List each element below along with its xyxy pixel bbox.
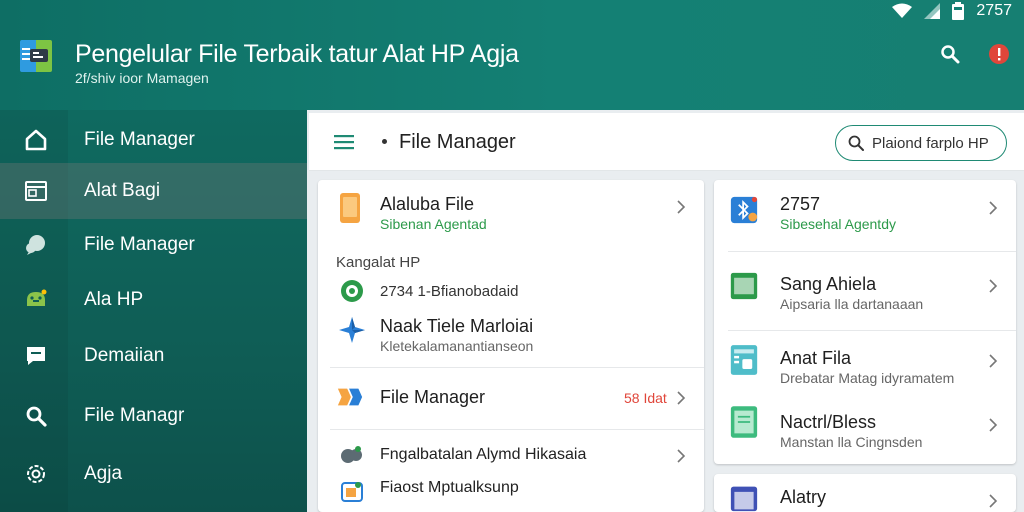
window-icon — [22, 177, 50, 205]
item-subtitle: Aipsaria lla dartanaaan — [780, 296, 924, 312]
sidebar-item-demaiian[interactable]: Demaiian — [0, 328, 307, 384]
search-pill-label: Plaiond farplo HP — [872, 134, 989, 152]
list-item-2757[interactable]: 2757 Sibesehal Agentdy — [714, 180, 1016, 250]
divider — [728, 330, 1016, 331]
list-item-file-manager[interactable]: File Manager 58 Idat — [318, 370, 704, 426]
item-title: 2734 1-Bfianobadaid — [380, 283, 519, 300]
star-burst-icon — [338, 316, 366, 344]
signal-icon — [924, 3, 941, 19]
item-subtitle: Manstan lla Cingnsden — [780, 434, 923, 450]
chevron-right-icon — [989, 279, 998, 293]
search-button[interactable] — [936, 40, 964, 68]
search-pill-button[interactable]: Plaiond farplo HP — [835, 125, 1007, 161]
item-subtitle: Drebatar Matag idyramatem — [780, 370, 955, 386]
sidebar: File Manager Alat Bagi File Manager Ala … — [0, 110, 307, 512]
chevron-right-icon — [989, 418, 998, 432]
gallery-icon — [338, 477, 366, 505]
divider — [330, 429, 704, 430]
list-item-sang-ahiela[interactable]: Sang Ahiela Aipsaria lla dartanaaan — [714, 258, 1016, 328]
sidebar-item-alat-bagi[interactable]: Alat Bagi — [0, 163, 307, 219]
sidebar-item-label: Ala HP — [84, 289, 144, 310]
chevron-right-icon — [677, 391, 686, 405]
sidebar-item-label: Alat Bagi — [84, 180, 161, 201]
cloud-icon — [338, 441, 366, 469]
list-item-fiaost[interactable]: Fiaost Mptualksunp — [318, 474, 704, 508]
list-item-anat-fila[interactable]: Anat Fila Drebatar Matag idyramatem — [714, 340, 1016, 400]
item-subtitle: Sibenan Agentad — [380, 216, 487, 232]
wifi-icon — [892, 3, 913, 18]
bluetooth-app-icon — [730, 196, 758, 224]
sidebar-item-agja[interactable]: Agja — [0, 446, 307, 502]
search-icon — [941, 45, 960, 64]
sidebar-item-label: File Manager — [84, 129, 195, 150]
sidebar-item-label: Agja — [84, 463, 123, 484]
item-title: Alatry — [780, 487, 827, 507]
list-item-fngalbatalan[interactable]: Fngalbatalan Alymd Hikasaia — [318, 438, 704, 472]
menu-icon[interactable] — [333, 131, 355, 153]
item-subtitle: Sibesehal Agentdy — [780, 216, 896, 232]
document-green-icon — [730, 272, 758, 300]
app-bar: 2757 Pengelular File Terbaik tatur Alat … — [0, 0, 1024, 110]
chat-icon — [22, 231, 50, 259]
message-icon — [22, 342, 50, 370]
chevron-right-icon — [677, 449, 686, 463]
item-title: Alaluba File — [380, 194, 475, 214]
status-bar: 2757 — [892, 0, 1012, 22]
item-title: Naak Tiele Marloiai — [380, 316, 534, 336]
search-icon — [22, 402, 50, 430]
main-header: File Manager Plaiond farplo HP — [309, 113, 1024, 171]
home-icon — [22, 126, 50, 154]
chart-file-icon — [730, 345, 758, 375]
item-title: 2757 — [780, 194, 821, 214]
count-badge: 58 Idat — [624, 390, 667, 406]
app-subtitle: 2f/shiv ioor Mamagen — [75, 70, 209, 86]
item-title: File Manager — [380, 387, 486, 407]
list-item-naak-tiele[interactable]: Naak Tiele Marloiai Kletekalamanantianse… — [318, 310, 704, 362]
alert-icon — [989, 44, 1009, 64]
item-title: Fngalbatalan Alymd Hikasaia — [380, 446, 587, 463]
page-title: File Manager — [399, 131, 516, 153]
sidebar-item-file-managr[interactable]: File Managr — [0, 388, 307, 444]
app-title: Pengelular File Terbaik tatur Alat HP Ag… — [75, 40, 519, 68]
list-item-alaluba-file[interactable]: Alaluba File Sibenan Agentad — [318, 180, 704, 246]
phone-icon — [336, 193, 364, 223]
android-icon — [22, 286, 50, 314]
divider — [728, 251, 1016, 252]
sidebar-item-file-manager-2[interactable]: File Manager — [0, 217, 307, 273]
folder-arrow-icon — [336, 383, 364, 411]
item-title: Fiaost Mptualksunp — [380, 479, 519, 496]
app-logo-icon — [20, 40, 52, 72]
refresh-circle-icon — [338, 277, 366, 305]
battery-icon — [952, 2, 965, 20]
sidebar-item-ala-hp[interactable]: Ala HP — [0, 272, 307, 328]
search-icon — [848, 135, 864, 151]
section-label: Kangalat HP — [336, 254, 421, 271]
settings-icon — [22, 460, 50, 488]
notes-file-icon — [730, 406, 758, 438]
status-time: 2757 — [976, 2, 1012, 19]
left-card: Alaluba File Sibenan Agentad Kangalat HP… — [318, 180, 704, 512]
alert-button[interactable] — [985, 40, 1013, 68]
calendar-icon — [730, 484, 758, 512]
sidebar-item-label: File Managr — [84, 405, 185, 426]
chevron-right-icon — [677, 200, 686, 214]
chevron-right-icon — [989, 494, 998, 508]
list-item-alatry[interactable]: Alatry — [714, 474, 1016, 512]
chevron-right-icon — [989, 354, 998, 368]
right-card-bottom: Alatry — [714, 474, 1016, 512]
sidebar-item-label: File Manager — [84, 234, 195, 255]
list-item-nactrl-bless[interactable]: Nactrl/Bless Manstan lla Cingnsden — [714, 402, 1016, 462]
item-title: Nactrl/Bless — [780, 412, 877, 432]
right-card: 2757 Sibesehal Agentdy Sang Ahiela Aipsa… — [714, 180, 1016, 464]
header-dot — [382, 139, 387, 144]
chevron-right-icon — [989, 201, 998, 215]
item-title: Anat Fila — [780, 348, 852, 368]
divider — [330, 367, 704, 368]
list-item-storage[interactable]: 2734 1-Bfianobadaid — [318, 276, 704, 306]
sidebar-item-file-manager[interactable]: File Manager — [0, 112, 307, 168]
sidebar-item-label: Demaiian — [84, 345, 165, 366]
item-subtitle: Kletekalamanantianseon — [380, 338, 534, 354]
item-title: Sang Ahiela — [780, 274, 877, 294]
